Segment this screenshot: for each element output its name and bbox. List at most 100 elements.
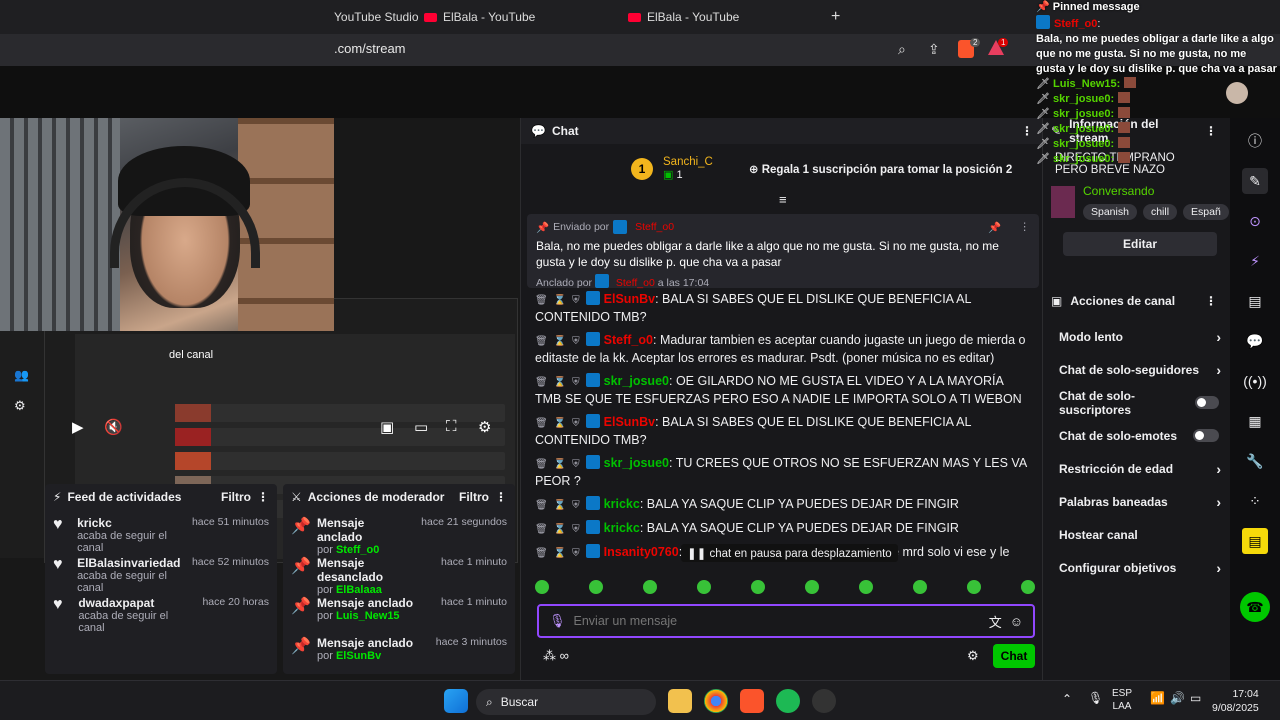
battery-icon[interactable]: ▭ xyxy=(1190,691,1201,705)
zoom-icon[interactable]: ⌕ xyxy=(898,41,906,58)
chat-username[interactable]: Steff_o0 xyxy=(604,333,653,347)
language-indicator[interactable]: ESP LAA xyxy=(1112,687,1132,713)
mod-action-item[interactable]: 📌 Mensaje anclado por Luis_New15 hace 1 min… xyxy=(283,590,515,630)
shield-icon[interactable]: ⛨ xyxy=(572,295,580,306)
chat-bubble-icon[interactable]: 💬 xyxy=(1242,328,1268,354)
browser-tab-studio[interactable]: YouTube Studio xyxy=(334,6,419,28)
mod-action-user[interactable]: Luis_New15 xyxy=(336,610,400,622)
emote-icon[interactable] xyxy=(589,580,603,594)
mod-action-item[interactable]: 📌 Mensaje anclado por Steff_o0 hace 21 segu… xyxy=(283,510,515,556)
timeout-icon[interactable]: ⌛ xyxy=(554,459,566,470)
more-icon[interactable]: ⋮ xyxy=(1205,294,1229,308)
spotify-icon[interactable] xyxy=(776,689,800,713)
shield-icon[interactable]: ⛨ xyxy=(572,377,580,388)
mod-filter-button[interactable]: Filtro xyxy=(459,490,489,504)
shield-icon[interactable]: ⛨ xyxy=(572,459,580,470)
chat-message[interactable]: 🗑 ⌛ ⛨ Steff_o0: Madurar tambien es aceptar … xyxy=(527,329,1039,370)
channel-action-item[interactable]: Modo lento › xyxy=(1051,320,1229,353)
chat-username[interactable]: ElSunBv xyxy=(604,415,655,429)
toggle-switch[interactable] xyxy=(1193,429,1219,442)
mod-action-user[interactable]: Steff_o0 xyxy=(336,544,379,556)
feed-filter-button[interactable]: Filtro xyxy=(221,490,251,504)
mic-icon[interactable]: 🎙 xyxy=(1088,691,1103,705)
channel-action-item[interactable]: Palabras baneadas › xyxy=(1051,485,1229,518)
chat-username[interactable]: skr_josue0 xyxy=(604,374,669,388)
obs-icon[interactable] xyxy=(812,689,836,713)
mod-action-user[interactable]: ElSunBv xyxy=(336,650,381,662)
shield-icon[interactable]: ⛨ xyxy=(572,524,580,535)
toggle-switch[interactable] xyxy=(1195,396,1219,409)
shield-icon[interactable]: ⛨ xyxy=(572,548,580,559)
chat-message[interactable]: 🗑 ⌛ ⛨ skr_josue0: TU CREES QUE OTROS NO SE … xyxy=(527,452,1039,493)
chat-paused-banner[interactable]: ❚❚ chat en pausa para desplazamiento xyxy=(681,544,898,562)
broadcast-icon[interactable]: ((•)) xyxy=(1242,368,1268,394)
notes-icon[interactable]: ▤ xyxy=(1242,288,1268,314)
new-tab-button[interactable]: + xyxy=(831,6,840,28)
unpin-icon[interactable]: 📌 xyxy=(988,221,1001,234)
browser-tab-elbala-1[interactable]: ElBala - YouTube xyxy=(424,6,535,28)
timeout-icon[interactable]: ⌛ xyxy=(554,500,566,511)
browser-tab-elbala-2[interactable]: ElBala - YouTube xyxy=(628,6,739,28)
timeout-icon[interactable]: ⌛ xyxy=(554,336,566,347)
chat-username[interactable]: krickc xyxy=(604,521,640,535)
channel-action-item[interactable]: Hostear canal xyxy=(1051,518,1229,551)
chat-username[interactable]: skr_josue0 xyxy=(604,456,669,470)
chrome-icon[interactable] xyxy=(704,689,728,713)
mod-action-item[interactable]: 📌 Mensaje desanclado por ElBalaaa hace 1 mi… xyxy=(283,550,515,596)
timeout-icon[interactable]: ⌛ xyxy=(554,377,566,388)
mute-icon[interactable]: 🔇 xyxy=(104,418,123,436)
shield-icon[interactable]: ⛨ xyxy=(572,336,580,347)
activity-feed-item[interactable]: ♥ ElBalasinvariedad acaba de seguir el can… xyxy=(45,550,277,594)
emote-icon[interactable] xyxy=(751,580,765,594)
activity-feed-item[interactable]: ♥ krickc acaba de seguir el canal hace 51 m… xyxy=(45,510,277,554)
shield-icon[interactable]: ⛨ xyxy=(572,418,580,429)
emote-icon[interactable] xyxy=(913,580,927,594)
layout-icon[interactable]: ▦ xyxy=(1242,408,1268,434)
settings-icon[interactable]: ⚙ xyxy=(478,418,491,436)
send-chat-button[interactable]: Chat xyxy=(993,644,1035,668)
support-icon[interactable]: ☎ xyxy=(1240,592,1270,622)
theater-icon[interactable]: ▭ xyxy=(414,418,428,436)
timeout-icon[interactable]: ⌛ xyxy=(554,418,566,429)
gift-leaderboard[interactable]: 1 Sanchi_C ▣ 1 ⊕ Regala 1 suscripción pa… xyxy=(631,156,1012,181)
stream-tag[interactable]: Spanish xyxy=(1083,204,1137,220)
emote-icon[interactable] xyxy=(967,580,981,594)
windows-start-icon[interactable] xyxy=(444,689,468,713)
channel-action-item[interactable]: Chat de solo-emotes xyxy=(1051,419,1229,452)
chat-username[interactable]: krickc xyxy=(604,497,640,511)
timeout-icon[interactable]: ⌛ xyxy=(554,548,566,559)
more-icon[interactable]: ⋮ xyxy=(495,490,507,504)
stream-tag[interactable]: Españ xyxy=(1183,204,1229,220)
miniplayer-icon[interactable]: ▣ xyxy=(380,418,394,436)
emote-icon[interactable] xyxy=(1021,580,1035,594)
chat-message[interactable]: 🗑 ⌛ ⛨ ElSunBv: BALA SI SABES QUE EL DISLIKE… xyxy=(527,411,1039,452)
chat-username[interactable]: Insanity0760 xyxy=(604,545,679,559)
pinned-sender[interactable]: Steff_o0 xyxy=(635,221,674,233)
chat-message[interactable]: 🗑 ⌛ ⛨ krickc: BALA YA SAQUE CLIP YA PUEDES … xyxy=(527,493,1039,517)
chat-message[interactable]: 🗑 ⌛ ⛨ skr_josue0: OE GILARDO NO ME GUSTA EL… xyxy=(527,370,1039,411)
delete-icon[interactable]: 🗑 xyxy=(535,336,548,347)
delete-icon[interactable]: 🗑 xyxy=(535,524,548,535)
activity-user[interactable]: krickc xyxy=(77,516,182,530)
brave-icon[interactable] xyxy=(740,689,764,713)
activity-feed-item[interactable]: ♥ dwadaxpapat acaba de seguir el canal hace… xyxy=(45,590,277,634)
wrench-icon[interactable]: 🔧 xyxy=(1242,448,1268,474)
delete-icon[interactable]: 🗑 xyxy=(535,459,548,470)
more-icon[interactable]: ⋮ xyxy=(1020,221,1031,233)
bolt-icon[interactable]: ⚡ xyxy=(1242,248,1268,274)
emote-icon[interactable] xyxy=(805,580,819,594)
chat-message[interactable]: 🗑 ⌛ ⛨ krickc: BALA YA SAQUE CLIP YA PUEDES … xyxy=(527,517,1039,541)
activity-user[interactable]: dwadaxpapat xyxy=(78,596,192,610)
delete-icon[interactable]: 🗑 xyxy=(535,548,548,559)
chat-input[interactable] xyxy=(573,614,981,628)
more-icon[interactable]: ⋮ xyxy=(257,490,269,504)
nodes-icon[interactable]: ⁘ xyxy=(1242,488,1268,514)
emoji-icon[interactable]: ☺ xyxy=(1010,614,1023,629)
activity-user[interactable]: ElBalasinvariedad xyxy=(77,556,182,570)
timeout-icon[interactable]: ⌛ xyxy=(554,524,566,535)
chat-settings-icon[interactable]: ⚙ xyxy=(967,648,979,664)
gift-cta[interactable]: ⊕ Regala 1 suscripción para tomar la pos… xyxy=(749,162,1012,176)
timeout-icon[interactable]: ⌛ xyxy=(554,295,566,306)
channel-action-item[interactable]: Chat de solo-suscriptores xyxy=(1051,386,1229,419)
mic-icon[interactable]: 🎙 xyxy=(549,613,566,629)
